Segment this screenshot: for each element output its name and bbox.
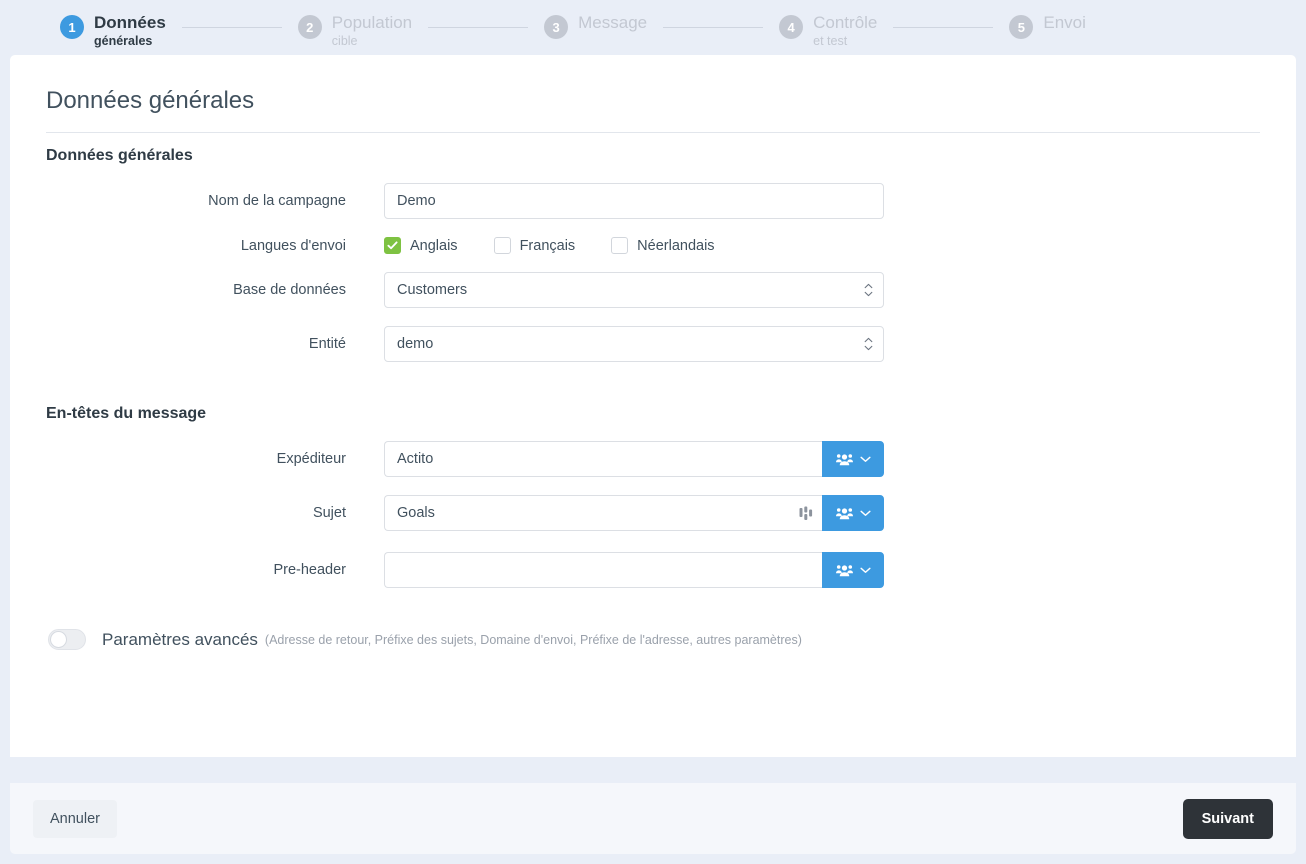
field-row-subject: Sujet	[46, 495, 1260, 531]
step-4-controle-et-test[interactable]: 4 Contrôle et test	[779, 14, 877, 48]
page-title: Données générales	[46, 87, 1260, 133]
subject-input[interactable]	[385, 496, 799, 530]
chevron-down-icon	[859, 456, 871, 462]
step-4-number: 4	[779, 15, 804, 39]
chevron-down-icon	[859, 510, 871, 516]
entity-select[interactable]: demo	[384, 326, 884, 362]
checkbox-empty-icon	[611, 237, 629, 254]
step-2-subtitle: cible	[331, 33, 358, 48]
checkbox-empty-icon	[493, 237, 511, 254]
step-3-number: 3	[544, 15, 569, 39]
step-1-subtitle: générales	[94, 33, 153, 48]
next-button[interactable]: Suivant	[1182, 798, 1273, 839]
step-1-number: 1	[60, 15, 84, 39]
checkbox-neerlandais[interactable]: Néerlandais	[611, 237, 715, 254]
subject-label: Sujet	[312, 505, 346, 521]
step-connector-2	[428, 27, 529, 28]
step-4-title: Contrôle	[813, 13, 878, 32]
entity-label: Entité	[308, 336, 346, 352]
field-row-sender: Expéditeur	[46, 441, 1260, 477]
chevron-down-icon	[859, 567, 871, 573]
step-2-number: 2	[297, 15, 322, 39]
campaign-name-label: Nom de la campagne	[208, 193, 346, 209]
field-row-entity: Entité demo	[46, 326, 1260, 362]
cancel-button[interactable]: Annuler	[33, 799, 117, 838]
sender-personalization-button[interactable]	[822, 441, 884, 477]
step-connector-4	[893, 27, 994, 28]
step-5-number: 5	[1009, 15, 1034, 39]
checkbox-anglais-label: Anglais	[410, 237, 458, 254]
sender-input[interactable]	[385, 442, 822, 476]
section-title-general-data: Données générales	[46, 147, 193, 164]
subject-personalization-button[interactable]	[822, 495, 884, 531]
step-3-message[interactable]: 3 Message	[544, 14, 647, 39]
campaign-name-input[interactable]	[384, 183, 884, 219]
subject-analytics-icon[interactable]	[799, 506, 822, 521]
step-1-donnees-generales[interactable]: 1 Données générales	[60, 14, 166, 48]
preheader-field-wrapper	[384, 552, 822, 588]
users-icon	[835, 564, 853, 576]
advanced-settings-hint: (Adresse de retour, Préfixe des sujets, …	[264, 632, 802, 647]
advanced-settings-row: Paramètres avancés (Adresse de retour, P…	[46, 629, 1260, 650]
field-row-languages: Langues d'envoi Anglais Français Néerlan…	[46, 237, 1260, 254]
database-label: Base de données	[233, 282, 346, 298]
users-icon	[835, 507, 853, 519]
preheader-label: Pre-header	[273, 562, 346, 578]
checkbox-francais-label: Français	[519, 237, 576, 254]
sender-label: Expéditeur	[276, 451, 346, 467]
step-1-title: Données	[94, 13, 166, 32]
field-row-preheader: Pre-header	[46, 552, 1260, 588]
checkbox-anglais[interactable]: Anglais	[384, 237, 458, 254]
checkbox-neerlandais-label: Néerlandais	[637, 237, 715, 254]
step-4-subtitle: et test	[813, 33, 848, 48]
step-2-title: Population	[331, 13, 413, 32]
section-title-message-headers: En-têtes du message	[46, 405, 207, 422]
step-connector-3	[663, 27, 764, 28]
field-row-campaign-name: Nom de la campagne	[46, 183, 1260, 219]
step-5-envoi[interactable]: 5 Envoi	[1009, 14, 1086, 39]
stepper: 1 Données générales 2 Population cible 3…	[0, 0, 1306, 55]
preheader-input[interactable]	[385, 553, 822, 587]
database-select[interactable]: Customers	[384, 272, 884, 308]
checkbox-francais[interactable]: Français	[493, 237, 576, 254]
step-connector-1	[181, 27, 282, 28]
step-2-population-cible[interactable]: 2 Population cible	[297, 13, 413, 48]
field-row-database: Base de données Customers	[46, 272, 1260, 308]
advanced-settings-toggle[interactable]	[48, 629, 86, 650]
preheader-personalization-button[interactable]	[822, 552, 884, 588]
step-3-title: Message	[578, 13, 648, 32]
users-icon	[835, 453, 853, 465]
toggle-knob	[50, 631, 67, 648]
subject-field-wrapper	[384, 495, 822, 531]
sender-field-wrapper	[384, 441, 822, 477]
advanced-settings-label: Paramètres avancés	[102, 629, 258, 649]
footer-bar: Annuler Suivant	[10, 783, 1296, 854]
main-card: Données générales Données générales Nom …	[10, 55, 1296, 757]
step-5-title: Envoi	[1043, 13, 1086, 32]
languages-label: Langues d'envoi	[240, 237, 346, 254]
checkbox-checked-icon	[384, 237, 401, 254]
